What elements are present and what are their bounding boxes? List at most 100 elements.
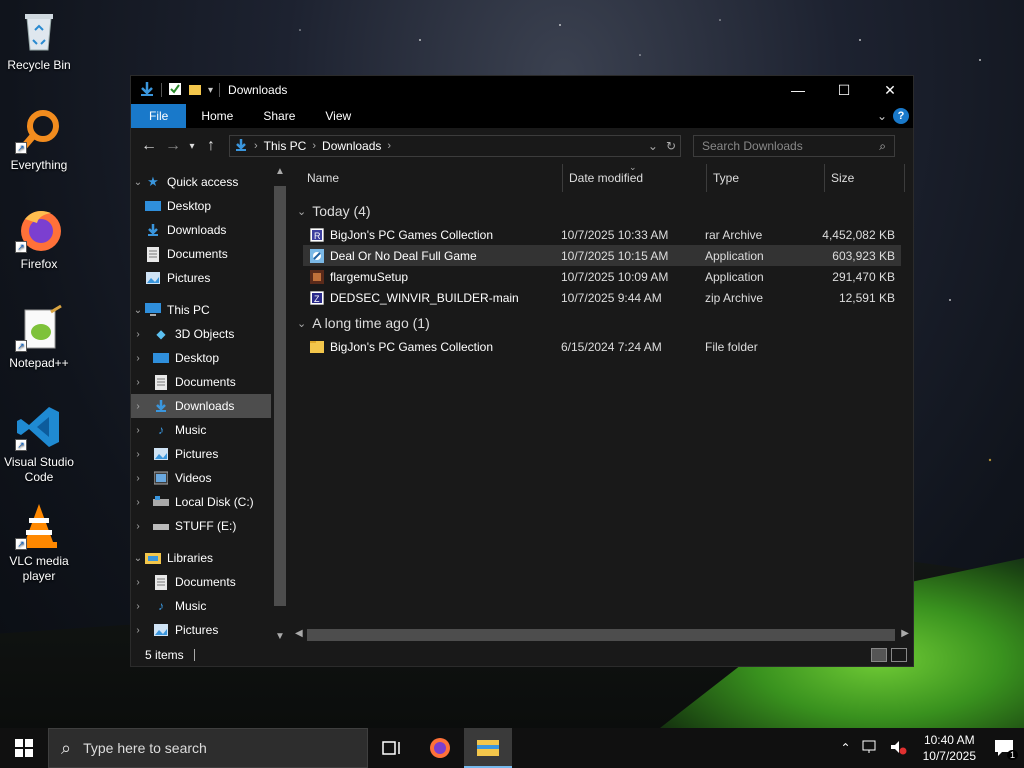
expand-chevron-icon[interactable]: › <box>131 497 145 508</box>
title-bar[interactable]: ▾ Downloads — ☐ ✕ <box>131 76 913 104</box>
expand-chevron-icon[interactable]: › <box>131 473 145 484</box>
tree-item-downloads[interactable]: Downloads 📌 <box>131 218 289 242</box>
scrollbar-thumb[interactable] <box>307 629 895 641</box>
taskbar-search-input[interactable]: Type here to search <box>83 740 207 756</box>
show-hidden-icons-chevron-icon[interactable]: ⌃ <box>841 741 851 755</box>
desktop-icon-notepadpp[interactable]: ↗ Notepad++ <box>2 304 76 371</box>
tree-item-lib-pictures[interactable]: › Pictures <box>131 618 289 642</box>
column-type[interactable]: Type <box>707 164 825 192</box>
scroll-down-arrow-icon[interactable]: ▼ <box>271 631 289 642</box>
scroll-up-arrow-icon[interactable]: ▲ <box>271 166 289 177</box>
tree-item-stuff-drive[interactable]: › STUFF (E:) <box>131 514 289 538</box>
collapse-chevron-icon[interactable]: ⌄ <box>131 177 145 188</box>
expand-chevron-icon[interactable]: › <box>131 521 145 532</box>
scroll-left-arrow-icon[interactable]: ◀ <box>295 628 303 639</box>
navigation-bar: ← → ▾ ↑ › This PC › Downloads › ⌄ ↻ Sear… <box>131 128 913 164</box>
close-button[interactable]: ✕ <box>867 76 913 104</box>
nav-pane-scrollbar[interactable]: ▲ ▼ <box>271 164 289 644</box>
tree-item-pictures[interactable]: › Pictures <box>131 442 289 466</box>
tree-item-videos[interactable]: › Videos <box>131 466 289 490</box>
file-row[interactable]: BigJon's PC Games Collection 6/15/2024 7… <box>303 336 901 357</box>
back-button[interactable]: ← <box>137 137 161 155</box>
tree-libraries[interactable]: ⌄ Libraries <box>131 546 289 570</box>
clock[interactable]: 10:40 AM 10/7/2025 <box>917 732 982 764</box>
collapse-chevron-icon[interactable]: ⌄ <box>297 317 306 330</box>
new-folder-icon[interactable] <box>188 82 202 99</box>
scroll-right-arrow-icon[interactable]: ▶ <box>901 628 909 639</box>
scrollbar-thumb[interactable] <box>274 186 286 606</box>
notepad-plus-plus-icon: ↗ <box>15 304 63 352</box>
file-row[interactable]: Z DEDSEC_WINVIR_BUILDER-main 10/7/2025 9:… <box>303 287 901 308</box>
customize-toolbar-chevron-icon[interactable]: ▾ <box>208 85 213 96</box>
address-history-chevron-icon[interactable]: ⌄ <box>648 139 658 153</box>
desktop-icon-vscode[interactable]: ↗ Visual Studio Code <box>2 403 76 485</box>
tree-item-local-disk[interactable]: › Local Disk (C:) <box>131 490 289 514</box>
refresh-icon[interactable]: ↻ <box>666 139 676 153</box>
maximize-button[interactable]: ☐ <box>821 76 867 104</box>
expand-chevron-icon[interactable]: › <box>131 377 145 388</box>
expand-chevron-icon[interactable]: › <box>131 577 145 588</box>
status-bar: 5 items <box>131 644 913 666</box>
network-icon[interactable] <box>861 739 879 758</box>
desktop-icon-vlc[interactable]: ↗ VLC media player <box>2 502 76 584</box>
collapse-chevron-icon[interactable]: ⌄ <box>131 553 145 564</box>
tree-item-music[interactable]: › ♪ Music <box>131 418 289 442</box>
desktop-icon-recycle-bin[interactable]: Recycle Bin <box>2 6 76 73</box>
search-input[interactable]: Search Downloads <box>702 139 803 153</box>
file-row[interactable]: R BigJon's PC Games Collection 10/7/2025 … <box>303 224 901 245</box>
tree-quick-access[interactable]: ⌄ ★ Quick access <box>131 170 289 194</box>
group-header-long-time-ago[interactable]: ⌄ A long time ago (1) <box>289 310 913 336</box>
column-name[interactable]: Name <box>289 164 563 192</box>
tree-item-lib-music[interactable]: › ♪ Music <box>131 594 289 618</box>
search-box[interactable]: Search Downloads ⌕ <box>693 135 895 157</box>
expand-ribbon-chevron-icon[interactable]: ⌄ <box>877 109 887 123</box>
file-row[interactable]: Deal Or No Deal Full Game 10/7/2025 10:1… <box>303 245 901 266</box>
recent-locations-chevron-icon[interactable]: ▾ <box>185 141 199 152</box>
action-center-button[interactable]: 1 <box>992 736 1018 760</box>
expand-chevron-icon[interactable]: › <box>131 601 145 612</box>
tree-item-3d-objects[interactable]: › ◆ 3D Objects <box>131 322 289 346</box>
forward-button[interactable]: → <box>161 137 185 155</box>
properties-icon[interactable] <box>168 82 182 99</box>
tree-item-desktop[interactable]: › Desktop <box>131 346 289 370</box>
volume-muted-icon[interactable] <box>889 739 907 758</box>
tree-item-pictures[interactable]: Pictures 📌 <box>131 266 289 290</box>
taskbar-file-explorer[interactable] <box>464 728 512 768</box>
address-bar[interactable]: › This PC › Downloads › ⌄ ↻ <box>229 135 681 157</box>
tab-view[interactable]: View <box>310 104 366 128</box>
collapse-chevron-icon[interactable]: ⌄ <box>131 305 145 316</box>
expand-chevron-icon[interactable]: › <box>131 401 145 412</box>
tab-share[interactable]: Share <box>248 104 310 128</box>
tree-item-desktop[interactable]: Desktop 📌 <box>131 194 289 218</box>
desktop-icon-everything[interactable]: ↗ Everything <box>2 106 76 173</box>
up-button[interactable]: ↑ <box>199 137 223 155</box>
expand-chevron-icon[interactable]: › <box>131 625 145 636</box>
help-icon[interactable]: ? <box>893 108 909 124</box>
tree-item-lib-documents[interactable]: › Documents <box>131 570 289 594</box>
start-button[interactable] <box>0 728 48 768</box>
tree-item-downloads-selected[interactable]: › Downloads <box>131 394 289 418</box>
collapse-chevron-icon[interactable]: ⌄ <box>297 205 306 218</box>
tree-this-pc[interactable]: ⌄ This PC <box>131 298 289 322</box>
file-list-horizontal-scrollbar[interactable]: ◀ ▶ <box>289 626 913 644</box>
expand-chevron-icon[interactable]: › <box>131 449 145 460</box>
expand-chevron-icon[interactable]: › <box>131 353 145 364</box>
column-size[interactable]: Size <box>825 164 905 192</box>
expand-chevron-icon[interactable]: › <box>131 425 145 436</box>
desktop-icon-firefox[interactable]: ↗ Firefox <box>2 205 76 272</box>
group-header-today[interactable]: ⌄ Today (4) <box>289 198 913 224</box>
tree-item-documents[interactable]: › Documents <box>131 370 289 394</box>
large-icons-view-button[interactable] <box>891 648 907 662</box>
tab-home[interactable]: Home <box>186 104 248 128</box>
breadcrumb-this-pc[interactable]: This PC <box>264 139 307 153</box>
task-view-button[interactable] <box>368 728 416 768</box>
details-view-button[interactable] <box>871 648 887 662</box>
tree-item-documents[interactable]: Documents 📌 <box>131 242 289 266</box>
taskbar-firefox[interactable] <box>416 728 464 768</box>
tab-file[interactable]: File <box>131 104 187 128</box>
taskbar-search-box[interactable]: ⌕ Type here to search <box>48 728 368 768</box>
breadcrumb-downloads[interactable]: Downloads <box>322 139 381 153</box>
expand-chevron-icon[interactable]: › <box>131 329 145 340</box>
minimize-button[interactable]: — <box>775 76 821 104</box>
file-row[interactable]: flargemuSetup 10/7/2025 10:09 AM Applica… <box>303 266 901 287</box>
